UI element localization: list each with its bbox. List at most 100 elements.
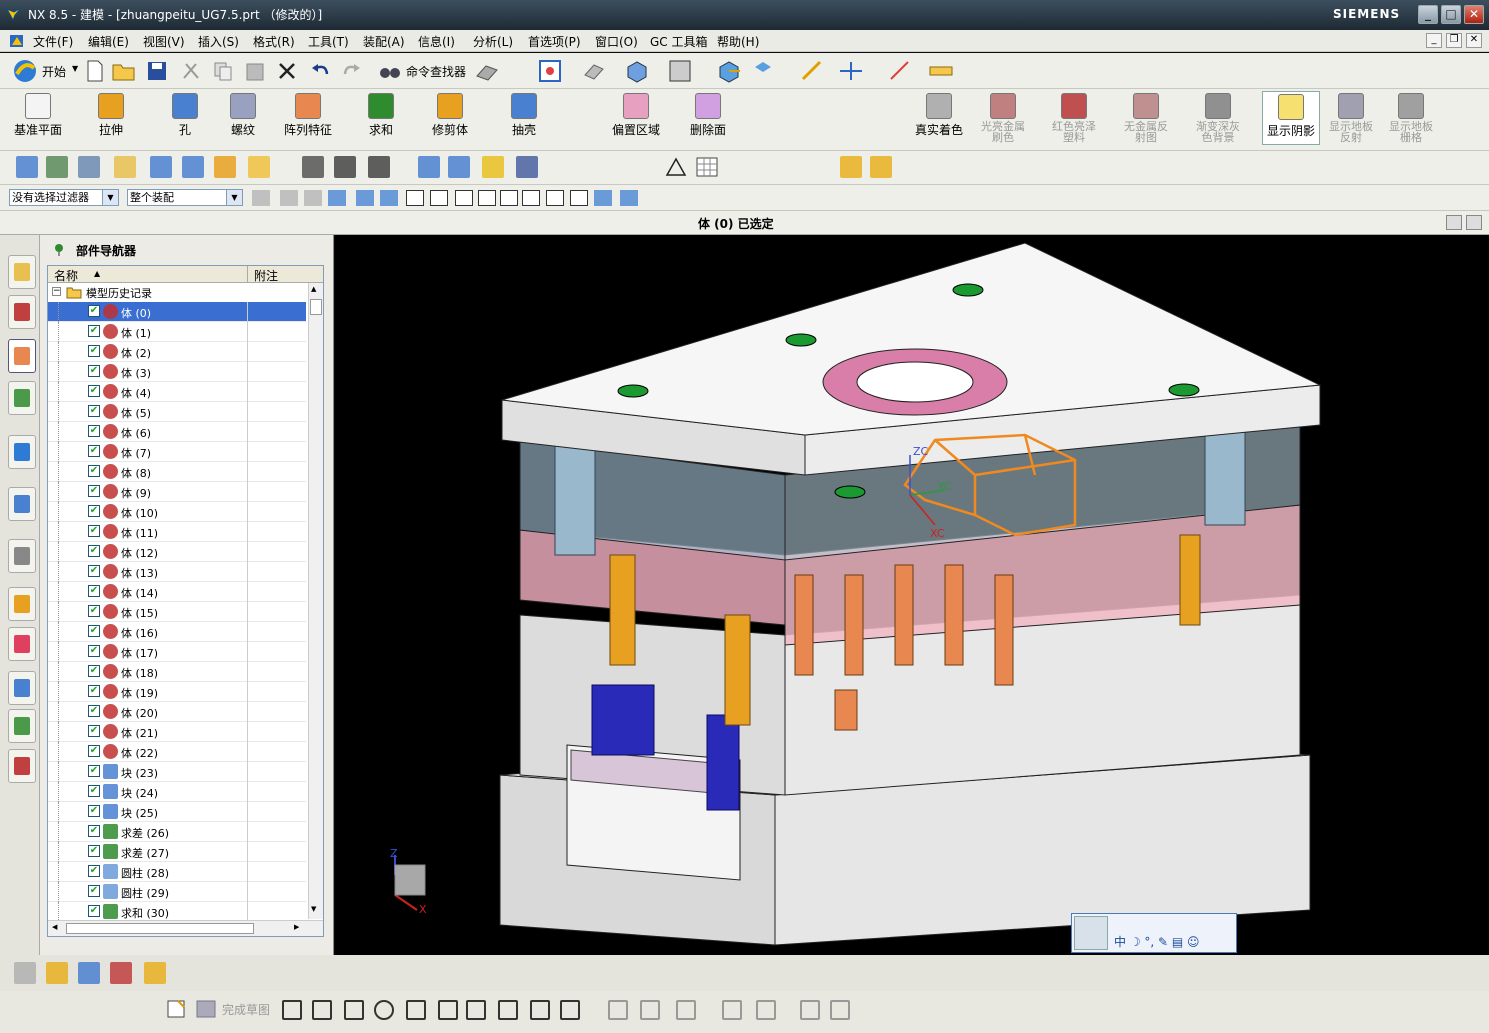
sketch-tool-icon-0[interactable] [282,1000,302,1020]
tree-row[interactable]: ✔ 体 (6) [48,422,306,442]
utility-icon-10[interactable] [368,156,390,178]
background-icon[interactable] [668,59,692,83]
tree-row[interactable]: ✔ 体 (21) [48,722,306,742]
resource-tab-7[interactable] [8,587,36,621]
sketch-tool-icon-14[interactable] [756,1000,776,1020]
column-name-header[interactable]: 名称 [54,267,78,284]
finish-sketch-button[interactable]: 完成草图 [222,1001,270,1018]
visibility-checkbox[interactable]: ✔ [88,385,100,397]
redo-icon[interactable] [340,60,362,82]
tool-button-10[interactable]: 真实着色 [915,93,963,138]
visibility-checkbox[interactable]: ✔ [88,825,100,837]
mdi-restore-button[interactable]: ❐ [1446,33,1462,48]
resource-tab-2[interactable] [8,339,36,373]
ime-status[interactable]: 中 ☽ °, ✎ ▤ ☺ [1114,933,1200,950]
tree-row[interactable]: ✔ 体 (20) [48,702,306,722]
tree-row[interactable]: ✔ 体 (1) [48,322,306,342]
tree-row[interactable]: ✔ 体 (18) [48,662,306,682]
menu-item-11[interactable]: GC 工具箱 [650,33,708,50]
full-screen-button[interactable] [1446,215,1462,230]
menu-item-4[interactable]: 格式(R) [253,33,295,50]
tree-row[interactable]: ✔ 圆柱 (29) [48,882,306,902]
snap-filter-icon-0[interactable] [252,190,270,206]
snap-filter-icon-3[interactable] [328,190,346,206]
tree-row[interactable]: ✔ 体 (16) [48,622,306,642]
visibility-checkbox[interactable]: ✔ [88,525,100,537]
table-icon[interactable] [695,156,719,178]
tree-row[interactable]: ✔ 求和 (30) [48,902,306,922]
shaded-cube-icon[interactable] [624,59,650,83]
visibility-checkbox[interactable]: ✔ [88,565,100,577]
visibility-checkbox[interactable]: ✔ [88,665,100,677]
snap-filter-icon-2[interactable] [304,190,322,206]
visibility-checkbox[interactable]: ✔ [88,465,100,477]
utility-icon-16[interactable] [870,156,892,178]
tool-button-0[interactable]: 基准平面 [14,93,62,138]
menu-item-2[interactable]: 视图(V) [143,33,185,50]
graphics-window[interactable]: ZC YC XC Z X [335,235,1489,955]
utility-icon-11[interactable] [418,156,440,178]
collapse-icon[interactable]: − [52,287,61,296]
orient-view-icon[interactable] [716,59,742,83]
resource-tab-9[interactable] [8,671,36,705]
mdi-minimize-button[interactable]: _ [1426,33,1442,48]
snap-filter-icon-11[interactable] [522,190,540,206]
menu-item-5[interactable]: 工具(T) [308,33,349,50]
snap-filter-icon-12[interactable] [546,190,564,206]
ime-avatar[interactable] [1074,916,1108,950]
tree-row[interactable]: ✔ 体 (19) [48,682,306,702]
tool-button-16[interactable]: 显示地板反射 [1325,93,1377,143]
sketch-icon[interactable] [166,997,188,1021]
visibility-checkbox[interactable]: ✔ [88,485,100,497]
utility-icon-5[interactable] [182,156,204,178]
utility-icon-12[interactable] [448,156,470,178]
open-folder-icon[interactable] [112,60,136,82]
visibility-checkbox[interactable]: ✔ [88,845,100,857]
resource-tab-11[interactable] [8,749,36,783]
tree-row[interactable]: ✔ 求差 (26) [48,822,306,842]
tool-button-3[interactable]: 螺纹 [230,93,256,138]
utility-icon-4[interactable] [150,156,172,178]
menu-item-1[interactable]: 编辑(E) [88,33,129,50]
sketch-tool-icon-10[interactable] [608,1000,628,1020]
visibility-checkbox[interactable]: ✔ [88,705,100,717]
utility-icon-13[interactable] [482,156,504,178]
start-button[interactable]: 开始 [42,63,66,80]
utility-icon-9[interactable] [334,156,356,178]
visibility-checkbox[interactable]: ✔ [88,765,100,777]
layer-icon[interactable] [752,59,774,83]
bottom-tool-icon-4[interactable] [144,962,166,984]
tree-row[interactable]: ✔ 体 (13) [48,562,306,582]
tree-row[interactable]: ✔ 体 (14) [48,582,306,602]
visibility-checkbox[interactable]: ✔ [88,445,100,457]
utility-icon-6[interactable] [214,156,236,178]
snap-filter-icon-13[interactable] [570,190,588,206]
scope-select[interactable]: 整个装配 ▼ [127,189,243,206]
new-file-icon[interactable] [86,60,104,82]
zoom-window-button[interactable] [1466,215,1482,230]
tree-row[interactable]: ✔ 体 (9) [48,482,306,502]
mold-assembly-model[interactable]: ZC YC XC Z X [335,235,1489,955]
tool-button-7[interactable]: 抽壳 [511,93,537,138]
tool-button-4[interactable]: 阵列特征 [284,93,332,138]
scroll-down-icon[interactable]: ▼ [311,905,316,913]
visibility-checkbox[interactable]: ✔ [88,625,100,637]
command-finder-button[interactable]: 命令查找器 [406,63,466,80]
tree-row[interactable]: ✔ 体 (2) [48,342,306,362]
render-style-icon[interactable] [582,59,606,83]
part-icon[interactable] [8,33,26,49]
visibility-checkbox[interactable]: ✔ [88,345,100,357]
visibility-checkbox[interactable]: ✔ [88,685,100,697]
menu-item-0[interactable]: 文件(F) [33,33,73,50]
tree-row[interactable]: ✔ 体 (8) [48,462,306,482]
tool-button-5[interactable]: 求和 [368,93,394,138]
menu-item-10[interactable]: 窗口(O) [595,33,638,50]
maximize-button[interactable]: □ [1441,5,1461,24]
utility-icon-0[interactable] [16,156,38,178]
tree-row[interactable]: ✔ 块 (25) [48,802,306,822]
visibility-checkbox[interactable]: ✔ [88,545,100,557]
tree-row[interactable]: ✔ 体 (5) [48,402,306,422]
bottom-tool-icon-3[interactable] [110,962,132,984]
visibility-checkbox[interactable]: ✔ [88,425,100,437]
visibility-checkbox[interactable]: ✔ [88,885,100,897]
